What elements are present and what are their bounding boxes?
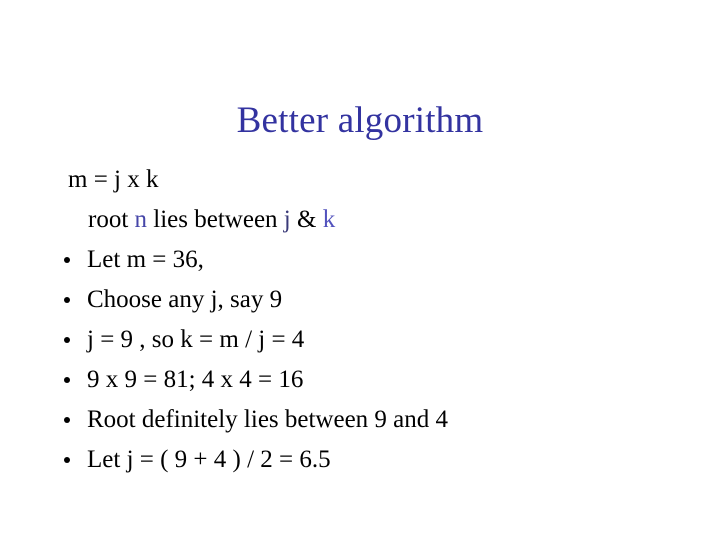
- step-squares-text: 9 x 9 = 81; 4 x 4 = 16: [87, 366, 304, 393]
- list-item-step-squares: 9 x 9 = 81; 4 x 4 = 16: [56, 360, 706, 400]
- step-new-j-text: Let j = ( 9 + 4 ) / 2 = 6.5: [87, 446, 331, 473]
- bullet-icon: [64, 257, 70, 263]
- bullet-icon: [64, 417, 70, 423]
- list-item-step-new-j: Let j = ( 9 + 4 ) / 2 = 6.5: [56, 440, 706, 480]
- token-k: k: [322, 206, 336, 233]
- step-compute-k-text: j = 9 , so k = m / j = 4: [87, 326, 305, 353]
- token-j: j: [283, 206, 291, 233]
- list-item-step-root-between: Root definitely lies between 9 and 4: [56, 400, 706, 440]
- step-choose-j-text: Choose any j, say 9: [87, 286, 283, 313]
- list-item-step-let-m: Let m = 36,: [56, 240, 706, 280]
- definition-product-text: m = j x k: [68, 166, 159, 193]
- token-n: n: [134, 206, 148, 233]
- lies-between-text: lies between: [147, 206, 284, 233]
- slide-canvas: Better algorithm m = j x k root n lies b…: [0, 0, 720, 540]
- bullet-icon: [64, 377, 70, 383]
- text-line-definition-product: m = j x k: [56, 160, 706, 200]
- list-item-step-choose-j: Choose any j, say 9: [56, 280, 706, 320]
- bullet-icon: [64, 297, 70, 303]
- text-line-definition-root-range: root n lies between j & k: [56, 200, 706, 240]
- step-let-m-text: Let m = 36,: [87, 246, 204, 273]
- page-title: Better algorithm: [236, 99, 484, 141]
- slide-body: m = j x k root n lies between j & k Let …: [56, 160, 706, 480]
- bullet-icon: [64, 337, 70, 343]
- step-root-between-text: Root definitely lies between 9 and 4: [87, 406, 449, 433]
- bullet-icon: [64, 457, 70, 463]
- token-ampersand: &: [290, 206, 323, 233]
- root-label-text: root: [88, 206, 135, 233]
- list-item-step-compute-k: j = 9 , so k = m / j = 4: [56, 320, 706, 360]
